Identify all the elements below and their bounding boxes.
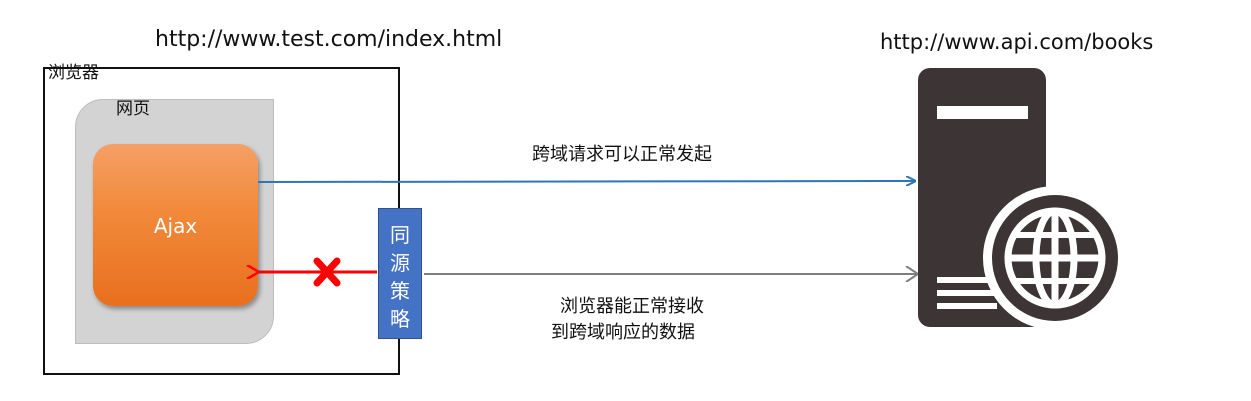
policy-char: 源 (390, 251, 410, 275)
response-label-line-2: 到跨域响应的数据 (551, 322, 695, 343)
policy-char: 策 (390, 279, 410, 303)
request-label: 跨域请求可以正常发起 (532, 144, 712, 165)
policy-char: 同 (390, 223, 410, 247)
same-origin-policy-block: 同 源 策 略 (378, 208, 422, 339)
request-arrow (257, 181, 915, 182)
response-label-line-1: 浏览器能正常接收 (560, 296, 704, 317)
policy-char: 略 (390, 307, 410, 331)
server-globe-icon (918, 68, 1127, 330)
diagram-canvas: http://www.test.com/index.html http://ww… (0, 0, 1251, 401)
